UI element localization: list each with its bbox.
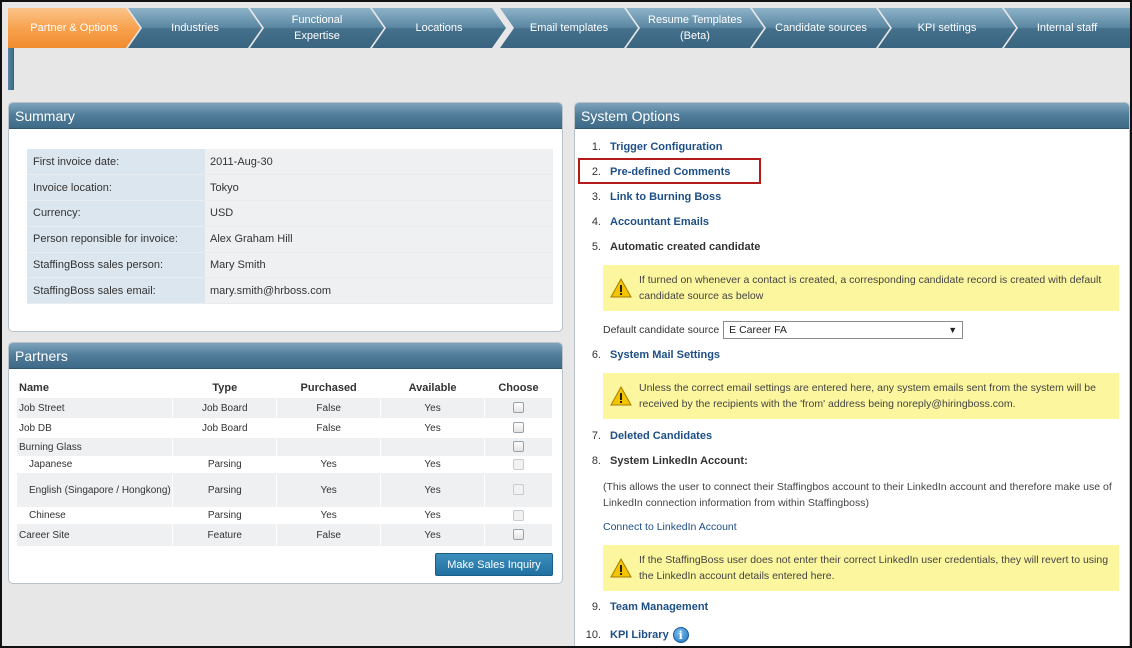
choose-checkbox [513, 458, 524, 470]
summary-row: Currency: USD [27, 200, 553, 227]
auto-candidate-warning: If turned on whenever a contact is creat… [603, 265, 1119, 311]
option-accountant-emails: 4. Accountant Emails [591, 216, 710, 228]
option-kpi-library: 10. KPI Library i [585, 627, 689, 643]
col-type: Type [212, 381, 238, 394]
col-name: Name [19, 381, 49, 394]
option-pre-defined-comments: 2. Pre-defined Comments [591, 166, 731, 178]
option-automatic-created-candidate: 5. Automatic created candidate [591, 241, 761, 253]
system-mail-settings-link[interactable]: System Mail Settings [610, 349, 720, 361]
summary-key: StaffingBoss sales person: [27, 252, 205, 279]
table-row: Chinese Parsing Yes Yes [17, 507, 553, 524]
default-source-label: Default candidate source [603, 324, 720, 336]
dropdown-arrow-icon: ▼ [948, 325, 958, 335]
pre-defined-comments-link[interactable]: Pre-defined Comments [610, 166, 730, 178]
summary-row: Person reponsible for invoice: Alex Graha… [27, 226, 553, 253]
option-deleted-candidates: 7. Deleted Candidates [591, 430, 713, 442]
info-icon[interactable]: i [672, 627, 689, 643]
choose-checkbox[interactable] [513, 402, 524, 414]
accountant-emails-link[interactable]: Accountant Emails [610, 216, 709, 228]
warning-icon [603, 386, 639, 406]
option-link-to-burning-boss: 3. Link to Burning Boss [591, 191, 722, 203]
option-system-linkedin-account: 8. System LinkedIn Account: [591, 455, 748, 467]
col-available: Available [408, 381, 457, 394]
partners-header-row: Name Type Purchased Available Choose [17, 377, 553, 398]
mail-settings-warning: Unless the correct email settings are en… [603, 373, 1119, 419]
summary-title: Summary [9, 103, 562, 129]
option-trigger-configuration: 1. Trigger Configuration [591, 141, 723, 153]
linkedin-warning: If the StaffingBoss user does not enter … [603, 545, 1119, 591]
table-row: Japanese Parsing Yes Yes [17, 456, 553, 473]
choose-checkbox[interactable] [513, 422, 524, 434]
summary-key: Invoice location: [27, 174, 205, 202]
summary-value: 2011-Aug-30 [205, 149, 553, 176]
summary-row: Invoice location: Tokyo [27, 174, 553, 202]
system-options-panel: System Options 1. Trigger Configuration … [574, 102, 1130, 646]
table-row: Career Site Feature False Yes [17, 524, 553, 546]
link-to-burning-boss-link[interactable]: Link to Burning Boss [610, 191, 721, 203]
summary-value: Tokyo [205, 174, 553, 202]
sub-tab-bar [8, 48, 14, 90]
option-system-mail-settings: 6. System Mail Settings [591, 349, 721, 361]
col-purchased: Purchased [300, 381, 357, 394]
summary-key: StaffingBoss sales email: [27, 277, 205, 305]
choose-checkbox [513, 484, 524, 496]
default-source-row: Default candidate source E Career FA ▼ [603, 321, 964, 339]
partners-panel: Partners Name Type Purchased Available C… [8, 342, 563, 584]
col-choose: Choose [498, 381, 539, 394]
summary-table: First invoice date: 2011-Aug-30 Invoice l… [27, 149, 553, 305]
summary-value: mary.smith@hrboss.com [205, 277, 553, 305]
make-sales-inquiry-button[interactable]: Make Sales Inquiry [435, 553, 553, 576]
default-source-select[interactable]: E Career FA ▼ [723, 321, 964, 339]
table-row: Job Street Job Board False Yes [17, 398, 553, 418]
tab-candidate-sources[interactable]: Candidate sources [752, 8, 890, 48]
summary-row: First invoice date: 2011-Aug-30 [27, 149, 553, 176]
tab-internal-staff[interactable]: Internal staff [1004, 8, 1130, 48]
table-row: English (Singapore / Hongkong) Parsing Y… [17, 473, 553, 507]
team-management-link[interactable]: Team Management [610, 601, 708, 613]
connect-linkedin-link[interactable]: Connect to LinkedIn Account [603, 521, 737, 533]
summary-row: StaffingBoss sales person: Mary Smith [27, 252, 553, 279]
warning-icon [603, 558, 639, 578]
tab-kpi-settings[interactable]: KPI settings [878, 8, 1016, 48]
summary-key: Currency: [27, 200, 205, 227]
summary-value: Mary Smith [205, 252, 553, 279]
summary-row: StaffingBoss sales email: mary.smith@hrbo… [27, 277, 553, 305]
summary-value: Alex Graham Hill [205, 226, 553, 253]
app-window: Partner & Options Industries Functional … [0, 0, 1132, 648]
choose-checkbox[interactable] [513, 441, 524, 453]
tab-email-templates[interactable]: Email templates [500, 8, 638, 48]
partners-table: Name Type Purchased Available Choose Job… [17, 377, 553, 546]
trigger-configuration-link[interactable]: Trigger Configuration [610, 141, 722, 153]
choose-checkbox [513, 509, 524, 521]
partners-title: Partners [9, 343, 562, 369]
summary-value: USD [205, 200, 553, 227]
table-row: Burning Glass [17, 438, 553, 456]
tab-partner-options[interactable]: Partner & Options [8, 8, 140, 48]
table-row: Job DB Job Board False Yes [17, 418, 553, 438]
kpi-library-link[interactable]: KPI Library [610, 629, 669, 641]
system-options-title: System Options [575, 103, 1129, 129]
linkedin-description: (This allows the user to connect their S… [603, 481, 1112, 509]
summary-key: Person reponsible for invoice: [27, 226, 205, 253]
settings-tabs: Partner & Options Industries Functional … [8, 8, 1130, 48]
option-team-management: 9. Team Management [591, 601, 709, 613]
tab-industries[interactable]: Industries [128, 8, 262, 48]
summary-key: First invoice date: [27, 149, 205, 176]
choose-checkbox[interactable] [513, 529, 524, 541]
warning-icon [603, 278, 639, 298]
tab-resume-templates[interactable]: Resume Templates (Beta) [626, 8, 764, 48]
tab-functional-expertise[interactable]: Functional Expertise [250, 8, 384, 48]
tab-locations[interactable]: Locations [372, 8, 506, 48]
deleted-candidates-link[interactable]: Deleted Candidates [610, 430, 712, 442]
summary-panel: Summary First invoice date: 2011-Aug-30 I… [8, 102, 563, 332]
